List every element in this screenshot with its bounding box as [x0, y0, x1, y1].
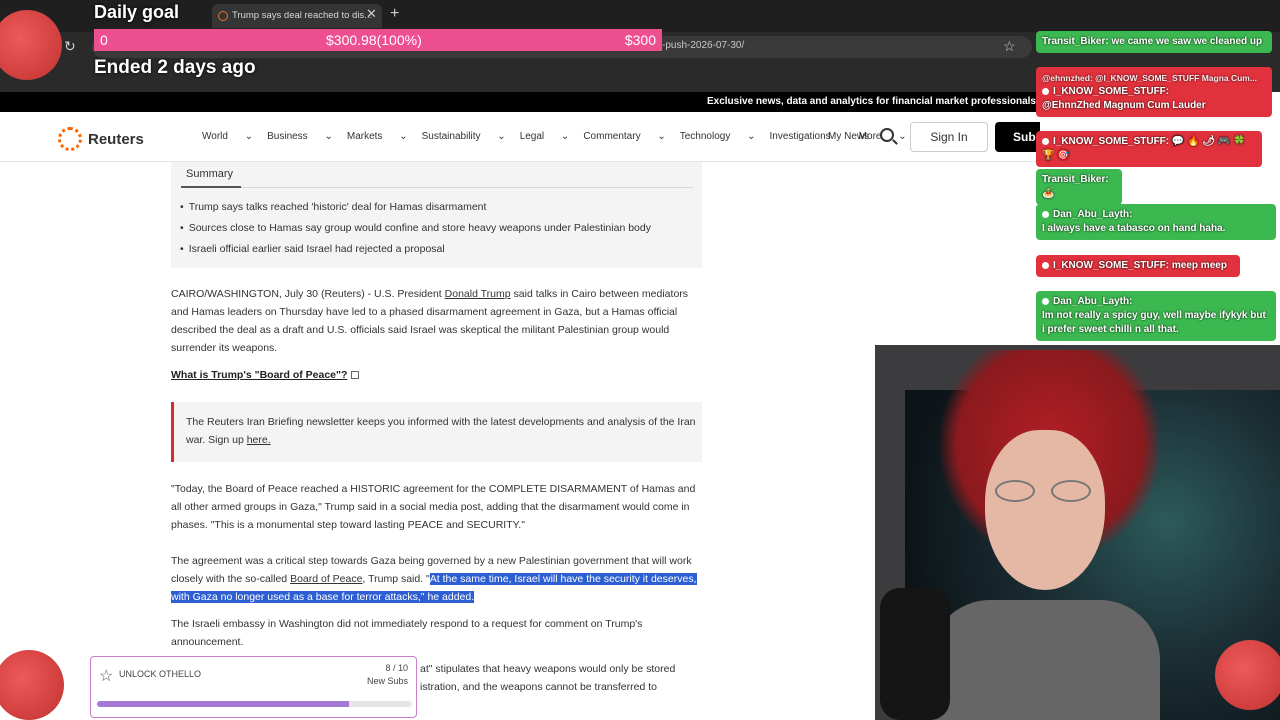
chili-pepper-icon: [0, 650, 64, 720]
new-tab-icon[interactable]: +: [390, 5, 399, 23]
article-paragraph-5: at" stipulates that heavy weapons would …: [420, 663, 676, 693]
goal-target-value: $300: [624, 32, 656, 48]
related-link[interactable]: What is Trump's "Board of Peace"?: [171, 369, 360, 381]
article-paragraph-4: The Israeli embassy in Washington did no…: [171, 618, 643, 648]
daily-goal-bar: 0 $300.98(100%) $300: [94, 29, 662, 51]
reuters-favicon-icon: [218, 11, 228, 21]
subscribe-button[interactable]: Subscribe: [995, 122, 1040, 152]
my-news-link[interactable]: My News: [828, 131, 869, 142]
badge-icon: [1042, 210, 1049, 218]
ticker-text: Exclusive news, data and analytics for f…: [706, 96, 1036, 107]
browser-tab-bar: [0, 0, 1280, 32]
chat-message: I_KNOW_SOME_STUFF: 💬 🔥 🌶 🎮 🍀 🏆 🎯: [1036, 131, 1262, 167]
chat-message: Transit_Biker: 🍝: [1036, 169, 1122, 205]
search-icon[interactable]: [880, 128, 894, 142]
daily-goal-title: Daily goal: [94, 2, 180, 22]
nav-item-technology[interactable]: Technology ⌄: [680, 131, 756, 142]
summary-divider: [181, 186, 693, 188]
chat-message: Transit_Biker: we came we saw we cleaned…: [1036, 31, 1272, 53]
chat-message: Dan_Abu_Layth: I always have a tabasco o…: [1036, 204, 1276, 240]
chili-pepper-icon: [1215, 640, 1280, 710]
summary-bullet: Israeli official earlier said Israel had…: [180, 243, 445, 255]
sub-goal-count: 8 / 10: [385, 663, 408, 673]
nav-item-markets[interactable]: Markets ⌄: [347, 131, 408, 142]
donald-trump-link[interactable]: Donald Trump: [445, 288, 511, 300]
nav-item-legal[interactable]: Legal ⌄: [520, 131, 570, 142]
article-paragraph-3: The agreement was a critical step toward…: [171, 555, 697, 603]
sub-goal-label: UNLOCK OTHELLO: [119, 669, 202, 679]
summary-bullet: Trump says talks reached 'historic' deal…: [180, 201, 487, 213]
bookmark-star-icon[interactable]: ☆: [1003, 38, 1016, 55]
chat-message: Dan_Abu_Layth: Im not really a spicy guy…: [1036, 291, 1276, 341]
summary-bullet: Sources close to Hamas say group would c…: [180, 222, 651, 234]
main-menu: World ⌄ Business ⌄ Markets ⌄ Sustainabil…: [202, 131, 921, 142]
sub-goal-subtitle: New Subs: [366, 676, 408, 686]
reuters-logo-icon: [58, 127, 82, 151]
nav-item-commentary[interactable]: Commentary ⌄: [583, 131, 665, 142]
reuters-logo[interactable]: Reuters: [58, 127, 144, 151]
article-paragraph-2: "Today, the Board of Peace reached a HIS…: [171, 483, 696, 531]
nav-item-business[interactable]: Business ⌄: [267, 131, 333, 142]
browser-tab[interactable]: Trump says deal reached to dis...: [212, 4, 382, 28]
badge-icon: [1042, 87, 1049, 95]
badge-icon: [1042, 261, 1049, 269]
sub-goal-widget: ☆ UNLOCK OTHELLO 8 / 10 New Subs: [90, 656, 417, 718]
close-tab-icon[interactable]: ✕: [366, 6, 377, 22]
chat-message: @ehnnzhed: @I_KNOW_SOME_STUFF Magna Cum.…: [1036, 67, 1272, 117]
chat-message: I_KNOW_SOME_STUFF: meep meep: [1036, 255, 1240, 277]
url-text: -push-2026-07-30/: [662, 40, 745, 51]
nav-item-sustainability[interactable]: Sustainability ⌄: [422, 131, 506, 142]
newsletter-promo: The Reuters Iran Briefing newsletter kee…: [171, 402, 702, 462]
goal-status: Ended 2 days ago: [94, 57, 256, 78]
webcam-streamer-face: [985, 430, 1105, 590]
nav-item-world[interactable]: World ⌄: [202, 131, 253, 142]
sub-goal-track: [97, 701, 412, 707]
sign-in-button[interactable]: Sign In: [910, 122, 988, 152]
sub-goal-fill: [97, 701, 349, 707]
article-paragraph-1: CAIRO/WASHINGTON, July 30 (Reuters) - U.…: [171, 288, 689, 354]
newsletter-text: The Reuters Iran Briefing newsletter kee…: [186, 416, 696, 446]
summary-title: Summary: [186, 168, 234, 180]
reload-icon[interactable]: ↻: [64, 38, 76, 55]
goal-current-value: $300.98(100%): [326, 32, 422, 48]
newsletter-signup-link[interactable]: here.: [247, 434, 271, 446]
badge-icon: [1042, 137, 1049, 145]
tab-title: Trump says deal reached to dis...: [232, 10, 373, 21]
webcam-glasses: [995, 480, 1095, 504]
webcam-streamer-body: [930, 600, 1160, 720]
external-link-icon: [351, 371, 360, 380]
ticker-bar: Exclusive news, data and analytics for f…: [0, 92, 1040, 112]
reuters-logo-text: Reuters: [88, 130, 144, 148]
badge-icon: [1042, 297, 1049, 305]
goal-start-value: 0: [100, 32, 108, 48]
microphone: [880, 588, 950, 720]
board-of-peace-link[interactable]: Board of Peace: [290, 573, 362, 585]
star-icon: ☆: [99, 668, 114, 685]
